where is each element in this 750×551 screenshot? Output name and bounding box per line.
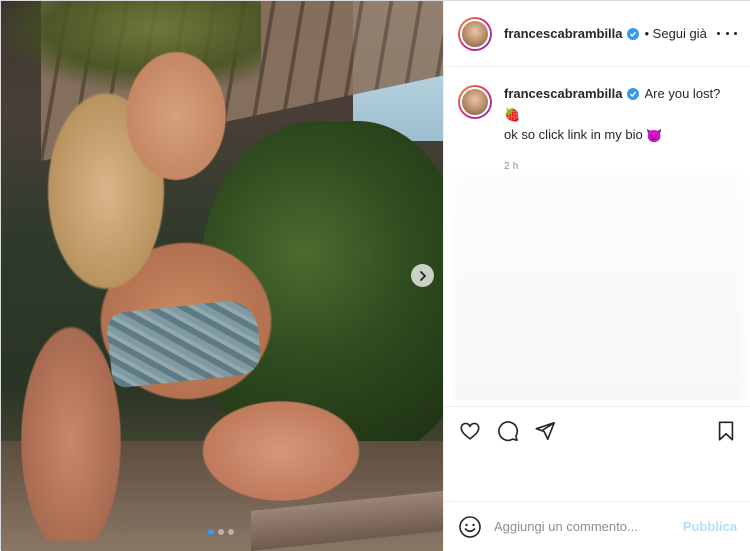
comment-input[interactable] — [494, 519, 683, 534]
header-username[interactable]: francescabrambilla — [504, 26, 623, 41]
carousel-dot-3 — [228, 529, 234, 535]
more-options-icon[interactable] — [717, 25, 737, 41]
photo-subject — [11, 21, 401, 541]
action-bar — [444, 406, 750, 451]
post-sidebar: francescabrambilla • Segui già francesca… — [443, 1, 750, 551]
share-icon[interactable] — [533, 419, 557, 443]
next-slide-button[interactable] — [411, 264, 434, 287]
post-dialog: francescabrambilla • Segui già francesca… — [0, 0, 750, 551]
carousel-dot-2 — [218, 529, 224, 535]
heart-icon[interactable] — [458, 419, 482, 443]
next-arrow-icon — [419, 270, 426, 281]
carousel-dot-1 — [208, 529, 214, 535]
avatar[interactable] — [458, 16, 492, 51]
save-icon[interactable] — [714, 419, 738, 443]
caption-username[interactable]: francescabrambilla — [504, 85, 623, 102]
emoji-icon[interactable] — [458, 515, 482, 539]
verified-badge-icon — [626, 87, 639, 100]
follow-status[interactable]: • Segui già — [645, 26, 707, 41]
devil-emoji: 😈 — [646, 128, 663, 144]
verified-badge-icon — [626, 27, 639, 40]
caption-avatar[interactable] — [458, 85, 492, 119]
publish-button[interactable]: Pubblica — [683, 519, 737, 534]
caption-text-line1: Are you lost? — [644, 86, 721, 101]
caption-comment: francescabrambilla Are you lost? 🍓 ok so… — [458, 85, 738, 175]
caption-body: francescabrambilla Are you lost? 🍓 ok so… — [504, 85, 734, 175]
strawberry-emoji: 🍓 — [504, 107, 521, 123]
caption-text-line2: ok so click link in my bio — [504, 127, 643, 143]
comment-icon[interactable] — [496, 419, 520, 443]
post-photo[interactable] — [1, 1, 443, 551]
photo-garment — [105, 298, 263, 389]
post-header: francescabrambilla • Segui già — [444, 1, 750, 67]
blurred-comments-area — [454, 171, 744, 401]
comment-composer: Pubblica — [444, 501, 750, 551]
carousel-dots — [208, 529, 234, 535]
